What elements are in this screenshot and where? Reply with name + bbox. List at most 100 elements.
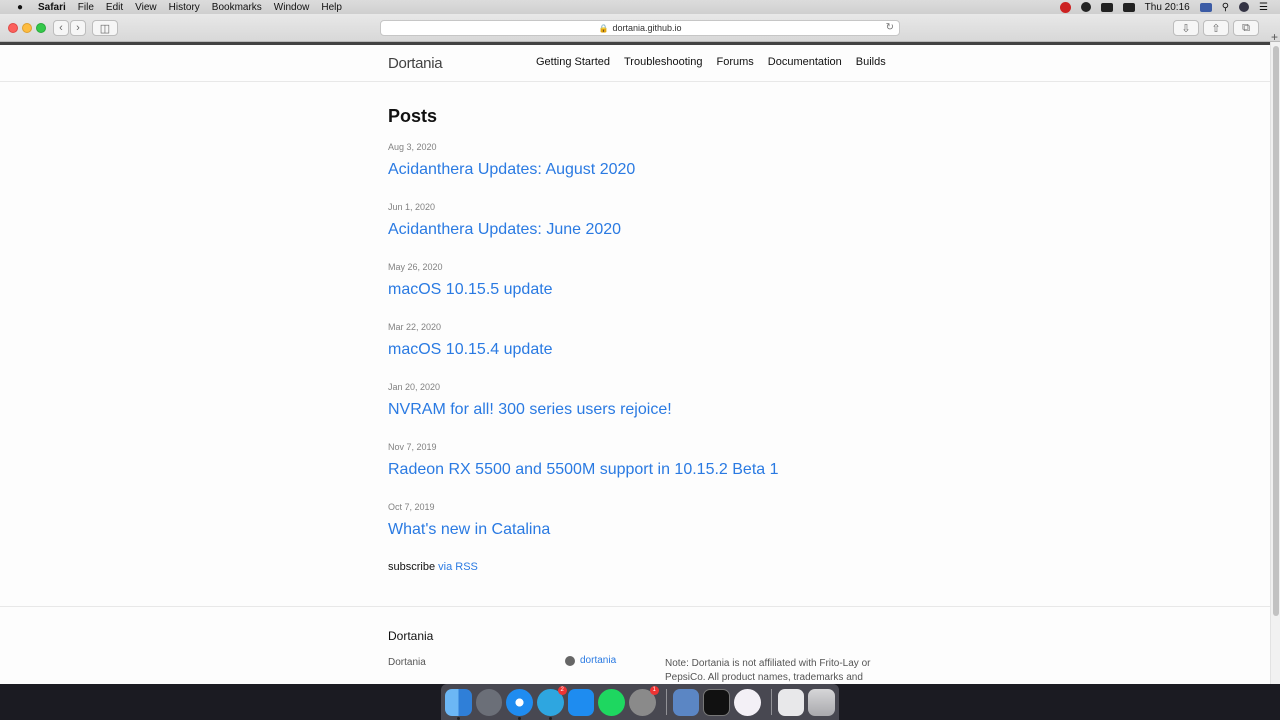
rss-subscribe: subscribe via RSS	[388, 561, 478, 573]
window-zoom-button[interactable]	[36, 23, 46, 33]
control-center-icon[interactable]: ☰	[1259, 2, 1268, 13]
window-close-button[interactable]	[8, 23, 18, 33]
macos-menubar: ● Safari File Edit View History Bookmark…	[0, 0, 1280, 14]
site-footer: Dortania Dortania dortania Note: Dortani…	[0, 606, 1270, 684]
github-username: dortania	[580, 655, 617, 666]
nav-documentation[interactable]: Documentation	[768, 56, 842, 68]
nav-getting-started[interactable]: Getting Started	[536, 56, 610, 68]
post-date: Oct 7, 2019	[388, 502, 435, 512]
web-page: Dortania Getting Started Troubleshooting…	[0, 42, 1280, 684]
spotlight-search-icon[interactable]: ⚲	[1222, 2, 1229, 13]
post-link[interactable]: What's new in Catalina	[388, 521, 779, 539]
site-title-link[interactable]: Dortania	[388, 55, 443, 72]
notification-app-icon[interactable]	[1059, 1, 1071, 13]
download-icon: ⇩	[1181, 22, 1191, 35]
back-button[interactable]: ‹	[53, 20, 69, 36]
menu-file[interactable]: File	[78, 2, 94, 13]
terminal-icon[interactable]	[703, 688, 731, 716]
menubar-status-area: Thu 20:16 ⚲ ☰	[1059, 0, 1268, 14]
nav-troubleshooting[interactable]: Troubleshooting	[624, 56, 702, 68]
sidebar-toggle-button[interactable]: ◫	[92, 20, 118, 36]
forward-button[interactable]: ›	[70, 20, 86, 36]
lock-icon: 🔒	[598, 23, 609, 33]
footer-heading: Dortania	[388, 629, 434, 643]
menu-view[interactable]: View	[135, 2, 157, 13]
tabs-overview-button[interactable]: ⧉	[1233, 20, 1259, 36]
system-preferences-badge: 1	[649, 685, 659, 695]
rss-link[interactable]: via RSS	[438, 561, 478, 573]
chevron-left-icon: ‹	[59, 22, 63, 34]
address-bar-url: dortania.github.io	[612, 23, 682, 33]
list-item: Jan 20, 2020 NVRAM for all! 300 series u…	[388, 382, 779, 442]
list-item: Jun 1, 2020 Acidanthera Updates: June 20…	[388, 202, 779, 262]
footer-github-link[interactable]: dortania	[565, 655, 616, 666]
post-list: Aug 3, 2020 Acidanthera Updates: August …	[388, 142, 779, 562]
safari-toolbar: ‹ › ◫ 🔒 dortania.github.io ↻ ⇩ ⇧ ⧉	[0, 14, 1280, 42]
menu-help[interactable]: Help	[321, 2, 342, 13]
page-title: Posts	[388, 106, 438, 126]
post-link[interactable]: Radeon RX 5500 and 5500M support in 10.1…	[388, 461, 779, 479]
list-item: Oct 7, 2019 What's new in Catalina	[388, 502, 779, 562]
footer-note: Note: Dortania is not affiliated with Fr…	[665, 658, 871, 683]
post-link[interactable]: macOS 10.15.5 update	[388, 281, 779, 299]
list-item: Nov 7, 2019 Radeon RX 5500 and 5500M sup…	[388, 442, 779, 502]
sidebar-icon: ◫	[99, 22, 111, 35]
apple-menu-icon[interactable]: ●	[12, 2, 28, 13]
app-icon[interactable]	[734, 688, 761, 716]
site-header: Dortania Getting Started Troubleshooting…	[0, 45, 1270, 82]
menu-edit[interactable]: Edit	[106, 2, 123, 13]
post-date: Nov 7, 2019	[388, 442, 437, 452]
macos-dock: 2 1	[441, 684, 839, 720]
menu-history[interactable]: History	[169, 2, 200, 13]
app-store-icon[interactable]	[567, 688, 595, 716]
keyboard-icon[interactable]	[1100, 2, 1113, 12]
safari-icon[interactable]	[506, 688, 534, 720]
menu-bookmarks[interactable]: Bookmarks	[212, 2, 262, 13]
nav-forums[interactable]: Forums	[716, 56, 753, 68]
github-icon	[565, 655, 575, 666]
flag-us-icon[interactable]	[1199, 2, 1212, 12]
post-date: Mar 22, 2020	[388, 322, 442, 332]
post-link[interactable]: macOS 10.15.4 update	[388, 341, 779, 359]
nav-builds[interactable]: Builds	[856, 56, 886, 68]
post-date: Aug 3, 2020	[388, 142, 437, 152]
downloads-button[interactable]: ⇩	[1173, 20, 1199, 36]
window-minimize-button[interactable]	[22, 23, 32, 33]
footer-site-name: Dortania	[388, 657, 426, 668]
finder-icon[interactable]	[445, 688, 472, 720]
telegram-badge: 2	[557, 685, 567, 695]
running-indicator	[457, 716, 460, 720]
share-button[interactable]: ⇧	[1203, 20, 1229, 36]
site-nav: Getting Started Troubleshooting Forums D…	[536, 56, 886, 68]
launchpad-icon[interactable]	[475, 688, 503, 716]
scrollbar-thumb[interactable]	[1273, 46, 1279, 616]
post-link[interactable]: Acidanthera Updates: August 2020	[388, 161, 779, 179]
menubar-clock[interactable]: Thu 20:16	[1145, 2, 1190, 13]
battery-icon[interactable]	[1122, 2, 1135, 12]
documents-folder-icon[interactable]	[777, 688, 805, 716]
menu-app-safari[interactable]: Safari	[38, 2, 66, 13]
post-link[interactable]: NVRAM for all! 300 series users rejoice!	[388, 401, 779, 419]
preview-icon[interactable]	[672, 688, 700, 716]
spotify-icon[interactable]	[598, 688, 626, 716]
microphone-icon[interactable]	[1080, 2, 1091, 12]
dock-separator	[665, 689, 667, 715]
tabs-icon: ⧉	[1242, 21, 1250, 34]
reload-icon[interactable]: ↻	[886, 22, 894, 33]
trash-icon[interactable]	[808, 688, 836, 716]
chevron-right-icon: ›	[76, 22, 80, 34]
list-item: Mar 22, 2020 macOS 10.15.4 update	[388, 322, 779, 382]
address-bar[interactable]: 🔒 dortania.github.io ↻	[380, 20, 900, 36]
vertical-scrollbar[interactable]	[1270, 42, 1280, 684]
running-indicator	[518, 716, 522, 720]
system-preferences-icon[interactable]: 1	[629, 685, 659, 716]
running-indicator	[549, 716, 553, 720]
list-item: Aug 3, 2020 Acidanthera Updates: August …	[388, 142, 779, 202]
telegram-icon[interactable]: 2	[537, 685, 567, 720]
menu-window[interactable]: Window	[274, 2, 310, 13]
siri-icon[interactable]	[1239, 2, 1250, 12]
share-icon: ⇧	[1211, 22, 1221, 35]
dock-separator	[770, 689, 772, 715]
post-link[interactable]: Acidanthera Updates: June 2020	[388, 221, 779, 239]
post-date: Jun 1, 2020	[388, 202, 436, 212]
